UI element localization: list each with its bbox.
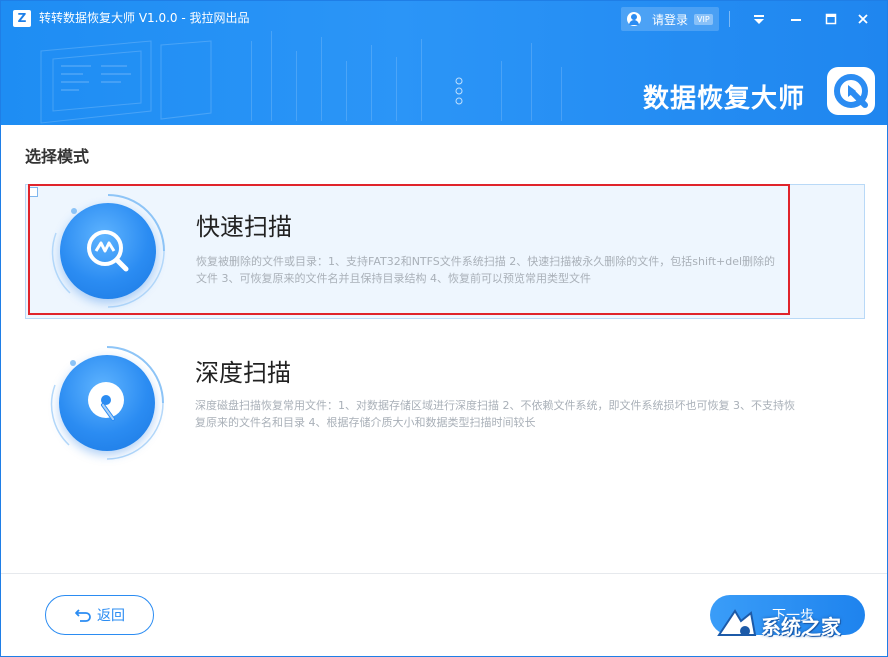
titlebar-divider: [729, 11, 730, 27]
menu-icon: [754, 15, 764, 24]
menu-button[interactable]: [749, 9, 769, 29]
maximize-button[interactable]: [821, 9, 841, 29]
close-icon: [858, 14, 868, 24]
brand-logo: [827, 67, 875, 115]
app-window: Z 转转数据恢复大师 V1.0.0 - 我拉网出品 请登录 VIP 数据恢复大师…: [0, 0, 888, 657]
watermark-text: 系统之家: [761, 614, 841, 639]
watermark: 系统之家: [715, 603, 885, 647]
brand-logo-icon: [834, 74, 868, 108]
app-logo: Z: [13, 10, 31, 27]
watermark-logo-icon: [717, 609, 757, 636]
mode-card-deep-scan[interactable]: 深度扫描 深度磁盘扫描恢复常用文件：1、对数据存储区域进行深度扫描 2、不依赖文…: [25, 337, 865, 472]
footer-divider: [1, 573, 887, 574]
vip-badge: VIP: [694, 13, 713, 25]
login-label: 请登录: [652, 12, 689, 27]
brand-text: 数据恢复大师: [643, 84, 806, 114]
user-icon: [627, 12, 641, 26]
deep-scan-icon: [59, 355, 155, 451]
window-title: 转转数据恢复大师 V1.0.0 - 我拉网出品: [39, 11, 250, 25]
header-banner: Z 转转数据恢复大师 V1.0.0 - 我拉网出品 请登录 VIP 数据恢复大师: [1, 1, 887, 125]
login-button[interactable]: 请登录 VIP: [621, 7, 719, 31]
mode-description: 深度磁盘扫描恢复常用文件：1、对数据存储区域进行深度扫描 2、不依赖文件系统，即…: [195, 399, 795, 429]
mode-title: 深度扫描: [195, 359, 291, 387]
back-button[interactable]: 返回: [45, 595, 154, 635]
title-bar: Z 转转数据恢复大师 V1.0.0 - 我拉网出品 请登录 VIP: [1, 1, 887, 37]
close-button[interactable]: [853, 9, 873, 29]
back-arrow-icon: [75, 609, 91, 622]
annotation-highlight-box: [28, 184, 790, 315]
minimize-button[interactable]: [786, 9, 806, 29]
deep-scan-icon-wrap: [49, 345, 165, 461]
minimize-icon: [791, 19, 801, 21]
maximize-icon: [825, 13, 837, 25]
section-title: 选择模式: [25, 147, 90, 166]
back-label: 返回: [97, 608, 125, 624]
